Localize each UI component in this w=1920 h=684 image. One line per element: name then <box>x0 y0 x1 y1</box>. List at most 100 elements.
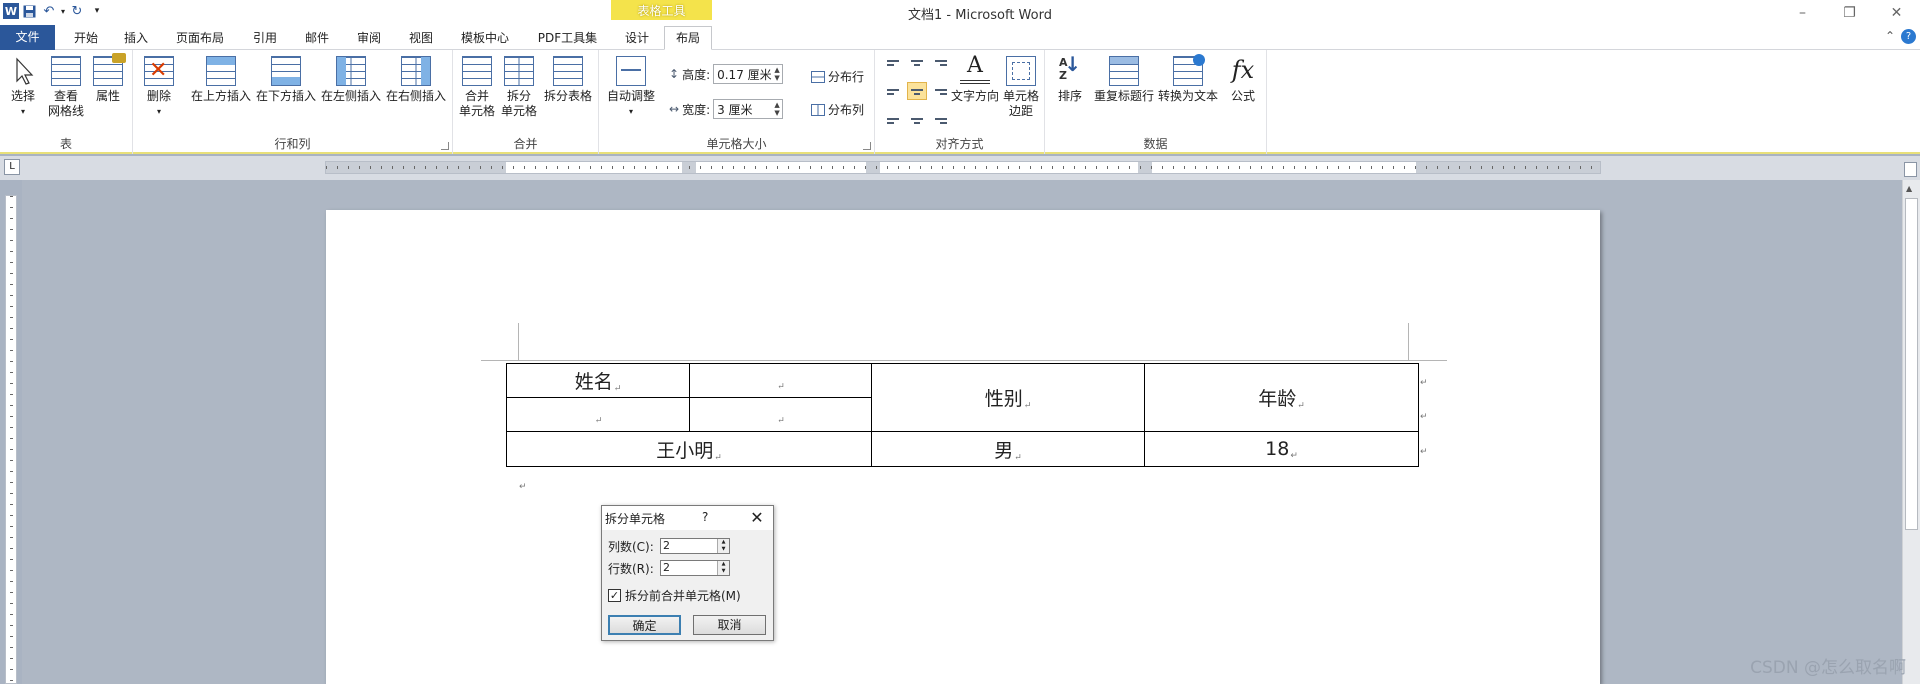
tab-home[interactable]: 开始 <box>66 27 106 50</box>
tab-page-layout[interactable]: 页面布局 <box>170 27 230 50</box>
merge-cells-button[interactable]: 合并 单元格 <box>459 56 495 119</box>
ruler-tick <box>843 166 844 169</box>
tab-selector-icon[interactable]: L <box>4 159 20 175</box>
spinner-arrows-icon[interactable]: ▲ ▼ <box>772 66 782 82</box>
align-middle-left-icon[interactable] <box>883 82 903 100</box>
ruler-tick <box>10 526 13 527</box>
merge-before-split-checkbox[interactable]: ✓ <box>608 589 621 602</box>
align-top-right-icon[interactable] <box>931 56 951 74</box>
text-direction-button[interactable]: A 文字方向 <box>949 55 1001 104</box>
table-cell[interactable]: ↵ <box>506 397 690 432</box>
tab-view[interactable]: 视图 <box>401 27 441 50</box>
autofit-button[interactable]: 自动调整 ▾ <box>605 56 657 119</box>
ruler-tick <box>1195 166 1196 169</box>
cell-margins-button[interactable]: 单元格 边距 <box>1001 56 1041 119</box>
scrollbar-thumb[interactable] <box>1905 198 1918 530</box>
sort-button[interactable]: A Z ↓ 排序 <box>1055 54 1085 104</box>
ruler-tick <box>1008 166 1009 169</box>
tab-insert[interactable]: 插入 <box>116 27 156 50</box>
cell-size-launcher-icon[interactable]: . <box>863 142 871 150</box>
table-cell[interactable]: 年龄↵ <box>1144 363 1419 432</box>
ruler-tick <box>898 166 899 169</box>
ruler-tick <box>865 166 866 169</box>
properties-button[interactable]: 属性 <box>90 53 126 104</box>
align-top-center-icon[interactable] <box>907 56 927 74</box>
insert-below-button[interactable]: 在下方插入 <box>255 56 317 104</box>
dialog-close-icon[interactable]: ✕ <box>742 507 772 529</box>
table-cell[interactable]: 18↵ <box>1144 431 1419 467</box>
height-spinner[interactable]: 0.17 厘米 ▲ ▼ <box>713 64 784 84</box>
minimize-ribbon-icon[interactable]: ⌃ <box>1885 29 1895 44</box>
tab-references[interactable]: 引用 <box>245 27 285 50</box>
ruler-tick <box>10 416 13 417</box>
help-icon[interactable]: ? <box>1901 29 1916 44</box>
tab-design[interactable]: 设计 <box>617 27 657 50</box>
table-cell[interactable]: ↵ <box>689 363 872 398</box>
minimize-icon[interactable]: – <box>1779 0 1826 26</box>
ruler-tick <box>1140 166 1141 169</box>
tab-template-center[interactable]: 模板中心 <box>453 27 517 50</box>
close-icon[interactable]: ✕ <box>1873 0 1920 26</box>
ruler-tick <box>10 361 13 362</box>
view-gridlines-button[interactable]: 查看 网格线 <box>46 56 86 119</box>
merge-cells-icon <box>462 56 492 86</box>
ruler-toggle-icon[interactable] <box>1904 162 1917 177</box>
ruler-tick <box>392 166 393 169</box>
align-bottom-center-icon[interactable] <box>907 108 927 126</box>
dialog-help-button[interactable]: ? <box>702 510 708 524</box>
select-button[interactable]: 选择 ▾ <box>6 56 40 119</box>
table-cell[interactable]: ↵ <box>689 397 872 432</box>
align-middle-right-icon[interactable] <box>931 82 951 100</box>
distribute-columns-button[interactable]: 分布列 <box>811 101 864 118</box>
align-top-left-icon[interactable] <box>883 56 903 74</box>
align-bottom-right-icon[interactable] <box>931 108 951 126</box>
spinner-arrows-icon[interactable]: ▲ ▼ <box>717 539 729 553</box>
delete-table-icon: ✕ <box>144 56 174 86</box>
split-table-button[interactable]: 拆分表格 <box>541 56 595 104</box>
ruler-column-marker[interactable] <box>866 162 880 173</box>
ruler-tick <box>1448 166 1449 169</box>
ruler-tick <box>1580 166 1581 169</box>
width-spinner[interactable]: 3 厘米 ▲ ▼ <box>713 99 784 119</box>
tab-review[interactable]: 审阅 <box>349 27 389 50</box>
word-table[interactable]: 姓名↵ ↵ 性别↵ 年龄↵ ↵ ↵ 王小明↵ 男↵ 18↵ <box>506 363 1419 467</box>
formula-button[interactable]: fx 公式 <box>1225 56 1261 104</box>
restore-icon[interactable]: ❐ <box>1826 0 1873 26</box>
ruler-tick <box>10 229 13 230</box>
convert-to-text-button[interactable]: 转换为文本 <box>1157 54 1219 104</box>
vertical-scrollbar[interactable]: ▲ <box>1902 180 1920 684</box>
insert-right-button[interactable]: 在右侧插入 <box>385 56 447 104</box>
ruler-tick <box>10 427 13 428</box>
split-cells-button[interactable]: 拆分 单元格 <box>501 56 537 119</box>
rows-columns-launcher-icon[interactable]: . <box>441 142 449 150</box>
ruler-tick <box>1129 166 1130 169</box>
scroll-up-icon[interactable]: ▲ <box>1906 184 1912 193</box>
horizontal-ruler[interactable] <box>325 161 1601 174</box>
spinner-arrows-icon[interactable]: ▲ ▼ <box>717 561 729 575</box>
select-cursor-icon <box>8 56 38 86</box>
ruler-tick <box>854 166 855 169</box>
tab-file[interactable]: 文件 <box>0 25 55 50</box>
spinner-arrows-icon[interactable]: ▲ ▼ <box>772 101 782 117</box>
align-bottom-left-icon[interactable] <box>883 108 903 126</box>
ok-button[interactable]: 确定 <box>608 615 681 635</box>
delete-button[interactable]: ✕ 删除 ▾ <box>141 56 177 119</box>
table-cell[interactable]: 性别↵ <box>871 363 1145 432</box>
table-cell[interactable]: 男↵ <box>871 431 1145 467</box>
insert-left-button[interactable]: 在左侧插入 <box>320 56 382 104</box>
insert-above-button[interactable]: 在上方插入 <box>190 56 252 104</box>
tab-layout[interactable]: 布局 <box>664 26 712 50</box>
cancel-button[interactable]: 取消 <box>693 615 766 635</box>
table-cell[interactable]: 姓名↵ <box>506 363 690 398</box>
ruler-tick <box>10 284 13 285</box>
repeat-header-button[interactable]: 重复标题行 <box>1093 56 1155 104</box>
tab-pdf-tools[interactable]: PDF工具集 <box>530 27 605 50</box>
columns-input[interactable]: 2 ▲ ▼ <box>660 538 730 554</box>
ruler-tick <box>1151 166 1152 169</box>
distribute-rows-button[interactable]: 分布行 <box>811 68 864 85</box>
table-cell[interactable]: 王小明↵ <box>506 431 872 467</box>
vertical-ruler[interactable] <box>5 195 17 684</box>
tab-mailings[interactable]: 邮件 <box>297 27 337 50</box>
align-middle-center-icon[interactable] <box>907 82 927 100</box>
rows-input[interactable]: 2 ▲ ▼ <box>660 560 730 576</box>
